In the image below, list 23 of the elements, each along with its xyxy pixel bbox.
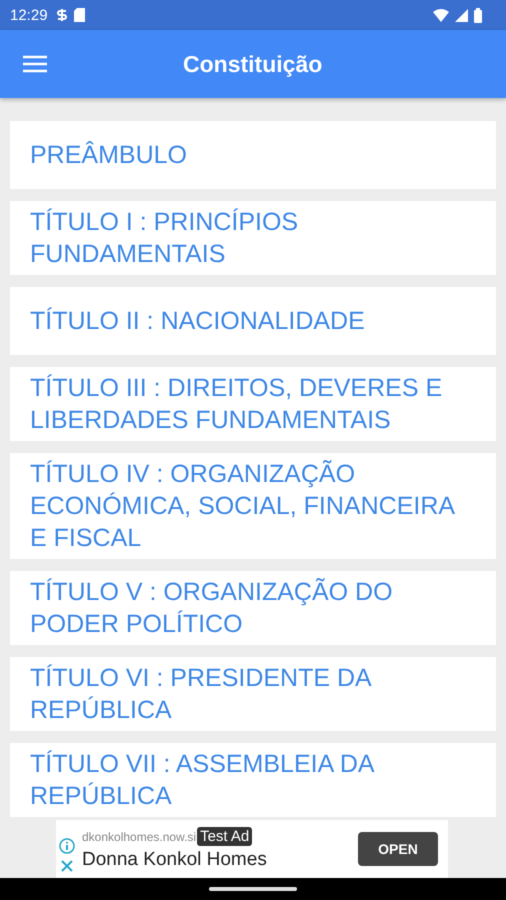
status-time: 12:29 [10, 6, 48, 24]
list-item[interactable]: TÍTULO VI : PRESIDENTE DA REPÚBLICA [10, 657, 496, 731]
list-item[interactable]: TÍTULO III : DIREITOS, DEVERES E LIBERDADES FUNDAMENTAIS [10, 367, 496, 441]
sd-card-icon [74, 8, 85, 22]
list-item[interactable]: TÍTULO V : ORGANIZAÇÃO DO PODER POLÍTICO [10, 571, 496, 645]
signal-icon [455, 8, 468, 22]
list-item[interactable]: PREÂMBULO [10, 121, 496, 189]
wifi-icon [433, 8, 449, 22]
home-handle[interactable] [209, 887, 297, 891]
open-button[interactable]: OPEN [358, 832, 438, 866]
menu-icon[interactable] [23, 55, 47, 73]
list-item[interactable]: TÍTULO I : PRINCÍPIOS FUNDAMENTAIS [10, 201, 496, 275]
list-item[interactable]: TÍTULO VII : ASSEMBLEIA DA REPÚBLICA [10, 743, 496, 817]
app-title: Constituição [183, 50, 322, 78]
battery-icon [474, 8, 482, 22]
test-ad-label: Test Ad [197, 827, 252, 846]
close-icon[interactable] [61, 860, 73, 872]
ad-url: dkonkolhomes.now.si [82, 830, 196, 844]
list-item[interactable]: TÍTULO IV : ORGANIZAÇÃO ECONÓMICA, SOCIAL, FINANCEIRA E FISCAL [10, 453, 496, 559]
list-item[interactable]: TÍTULO II : NACIONALIDADE [10, 287, 496, 355]
ad-banner[interactable]: dkonkolhomes.now.si Test Ad Donna Konkol Homes OPEN [56, 820, 448, 878]
ad-title: Donna Konkol Homes [82, 848, 268, 870]
info-icon[interactable] [59, 838, 75, 854]
